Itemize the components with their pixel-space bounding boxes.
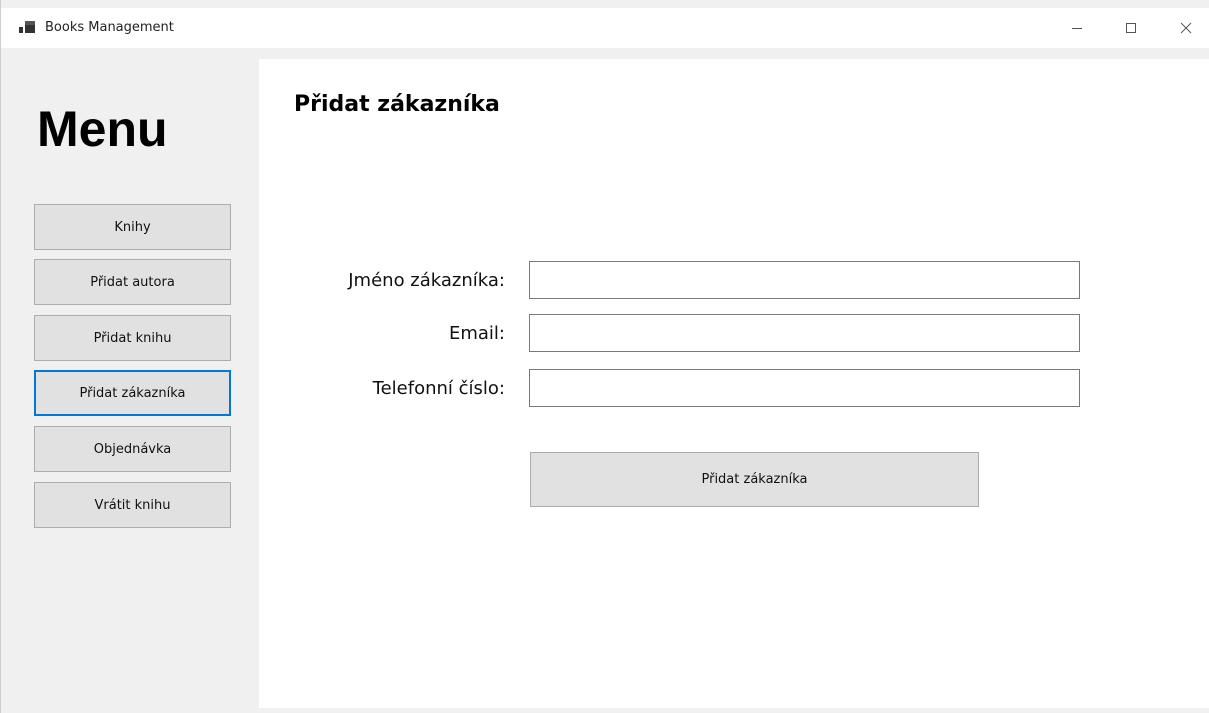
email-input[interactable] — [529, 314, 1080, 352]
page-title: Přidat zákazníka — [294, 92, 500, 117]
content-top-strip — [1, 48, 1209, 59]
maximize-button[interactable] — [1108, 8, 1154, 48]
customer-name-label: Jméno zákazníka: — [348, 270, 505, 291]
minimize-icon — [1072, 28, 1082, 29]
add-customer-button[interactable]: Přidat zákazníka — [530, 452, 979, 507]
maximize-icon — [1126, 23, 1136, 33]
sidebar-item-pridat-autora[interactable]: Přidat autora — [34, 259, 231, 305]
phone-label: Telefonní číslo: — [372, 378, 505, 399]
sidebar-item-vratit-knihu[interactable]: Vrátit knihu — [34, 482, 231, 528]
close-button[interactable] — [1163, 8, 1209, 48]
close-icon — [1180, 22, 1192, 34]
window-title: Books Management — [45, 20, 174, 35]
title-bar[interactable]: Books Management — [1, 8, 1209, 48]
email-label: Email: — [448, 323, 505, 344]
phone-input[interactable] — [529, 369, 1080, 407]
app-window: Books Management Menu Knihy Přidat autor… — [0, 0, 1209, 713]
sidebar-item-pridat-zakaznika[interactable]: Přidat zákazníka — [34, 370, 231, 416]
minimize-button[interactable] — [1054, 8, 1100, 48]
bottom-strip — [1, 708, 1209, 713]
customer-name-input[interactable] — [529, 261, 1080, 299]
menu-heading: Menu — [37, 101, 168, 157]
sidebar-item-knihy[interactable]: Knihy — [34, 204, 231, 250]
app-window-icon — [19, 21, 35, 35]
sidebar-item-objednavka[interactable]: Objednávka — [34, 426, 231, 472]
sidebar-item-pridat-knihu[interactable]: Přidat knihu — [34, 315, 231, 361]
